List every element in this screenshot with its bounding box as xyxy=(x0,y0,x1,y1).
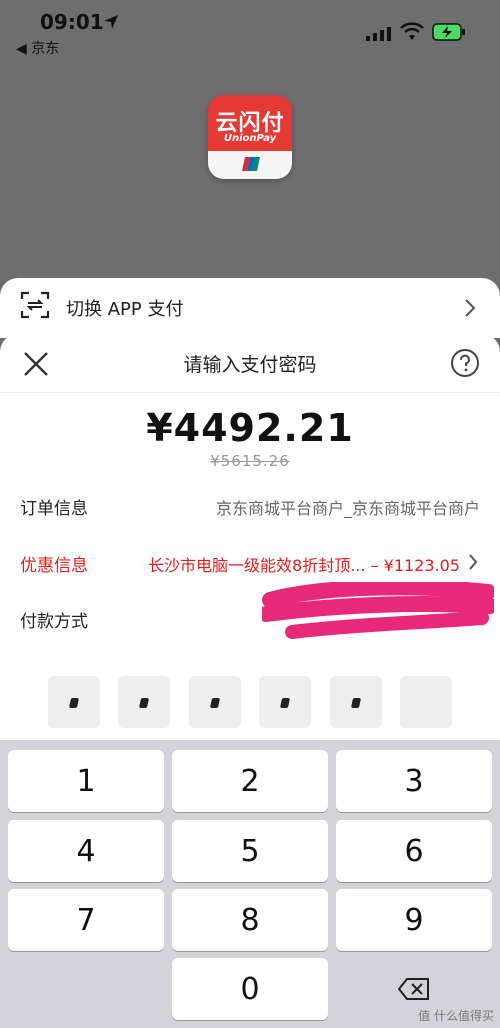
divider xyxy=(0,392,500,393)
cellular-signal-icon xyxy=(366,27,391,41)
pin-dot xyxy=(350,698,362,708)
wifi-icon xyxy=(400,22,424,40)
order-info-value: 京东商城平台商户_京东商城平台商户 xyxy=(215,499,480,518)
pin-box xyxy=(189,676,241,728)
help-icon[interactable] xyxy=(450,348,480,378)
key-9[interactable]: 9 xyxy=(336,889,492,951)
chevron-right-icon xyxy=(465,299,476,317)
unionpay-app-logo: 云闪付 UnionPay xyxy=(208,95,292,179)
key-1[interactable]: 1 xyxy=(8,750,164,812)
location-arrow-icon xyxy=(104,15,118,29)
pin-box xyxy=(259,676,311,728)
order-info-label: 订单信息 xyxy=(20,499,88,519)
promo-info-value[interactable]: 长沙市电脑一级能效8折封顶... – ¥1123.05 xyxy=(148,552,460,576)
pin-box xyxy=(48,676,100,728)
battery-charging-icon xyxy=(432,23,465,41)
logo-subtext: UnionPay xyxy=(223,133,277,144)
backspace-icon xyxy=(398,978,429,1000)
sheet-title: 请输入支付密码 xyxy=(183,354,317,376)
pin-dot xyxy=(279,698,291,708)
key-5[interactable]: 5 xyxy=(172,820,328,882)
pin-dot xyxy=(68,698,80,708)
key-8[interactable]: 8 xyxy=(172,889,328,951)
key-6[interactable]: 6 xyxy=(336,820,492,882)
pin-dot xyxy=(138,698,150,708)
pin-input[interactable] xyxy=(48,676,452,728)
key-2[interactable]: 2 xyxy=(172,750,328,812)
key-3[interactable]: 3 xyxy=(336,750,492,812)
switch-app-label: 切换 APP 支付 xyxy=(66,299,184,320)
promo-info-label[interactable]: 优惠信息 xyxy=(20,551,88,576)
pin-box xyxy=(400,676,452,728)
status-bar: 09:01 ◀ 京东 xyxy=(0,0,500,60)
key-4[interactable]: 4 xyxy=(8,820,164,882)
key-7[interactable]: 7 xyxy=(8,889,164,951)
unionpay-stripes-icon xyxy=(242,157,260,171)
pin-dot xyxy=(209,698,221,708)
payment-amount: ¥4492.21 xyxy=(146,406,354,450)
key-0[interactable]: 0 xyxy=(172,958,328,1020)
status-time: 09:01 xyxy=(40,10,104,34)
original-price: ¥5615.26 xyxy=(210,452,290,470)
back-to-app-link[interactable]: ◀ 京东 xyxy=(16,38,59,58)
switch-scan-icon xyxy=(20,291,50,319)
watermark: 值 什么值得买 xyxy=(418,1009,494,1023)
chevron-right-icon[interactable] xyxy=(468,553,478,571)
numeric-keypad: 1 2 3 4 5 6 7 8 9 0 值 什么值得买 xyxy=(0,740,500,1028)
switch-app-payment-bar[interactable]: 切换 APP 支付 xyxy=(0,278,500,338)
payment-method-label: 付款方式 xyxy=(20,612,88,632)
pin-box xyxy=(330,676,382,728)
pin-box xyxy=(118,676,170,728)
redaction-scribble[interactable] xyxy=(262,582,494,652)
